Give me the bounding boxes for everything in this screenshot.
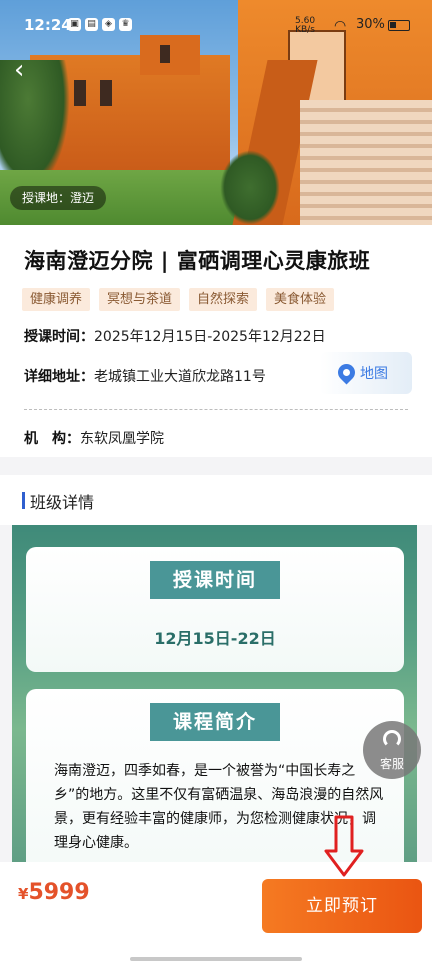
tag: 健康调养 [22,288,91,311]
book-now-button[interactable]: 立即预订 [262,879,422,933]
chevron-left-icon: ‹ [14,55,25,85]
window [100,80,112,106]
time-value: 2025年12月15日-2025年12月22日 [94,329,326,345]
time-card: 授课时间 12月15日-22日 [26,547,404,672]
time-text: 12月15日-22日 [154,629,276,648]
location-tag: 授课地：澄迈 [10,186,107,210]
crown-icon: ♛ [119,18,132,31]
organization-row: 机 构：东软凤凰学院 [24,428,164,448]
tag: 自然探索 [189,288,258,311]
notification-icons: ▣ ▤ ◈ ♛ [68,18,132,31]
status-time: 12:24 [24,16,72,34]
section-header: 班级详情 [0,475,432,525]
divider [24,409,408,410]
tag: 冥想与茶道 [99,288,181,311]
intro-heading: 课程简介 [150,703,280,741]
class-detail-poster: 授课时间 12月15日-22日 课程简介 海南澄迈，四季如春，是一个被誉为“中国… [12,525,417,865]
map-button[interactable]: 地图 [320,352,412,394]
tag: 美食体验 [266,288,335,311]
customer-service-button[interactable]: 客服 [363,721,421,779]
app-notification-icon: ◈ [102,18,115,31]
course-info: 海南澄迈分院 | 富硒调理心灵康旅班 健康调养 冥想与茶道 自然探索 美食体验 … [0,225,432,457]
org-value: 东软凤凰学院 [80,431,164,447]
battery-percent: 30% [356,17,385,32]
location-pin-icon [334,360,359,385]
currency-symbol: ¥ [18,885,29,903]
network-speed: 5.60 KB/s [295,16,316,35]
customer-service-label: 客服 [379,757,404,771]
plant [220,150,280,225]
address-row: 详细地址：老城镇工业大道欣龙路11号 [24,366,266,386]
status-bar: 12:24 ▣ ▤ ◈ ♛ 5.60 KB/s ◠ 30% [0,0,432,52]
bottom-bar: ¥5999 立即预订 [0,862,432,964]
staircase [300,100,432,225]
address-label: 详细地址： [24,369,94,385]
section-title: 班级详情 [30,493,95,512]
window [74,80,86,106]
section-accent-bar [22,492,25,509]
back-button[interactable]: ‹ [14,56,42,84]
time-heading: 授课时间 [150,561,280,599]
time-label: 授课时间： [24,329,94,345]
battery-icon [388,20,410,31]
hero-image: 12:24 ▣ ▤ ◈ ♛ 5.60 KB/s ◠ 30% ‹ 授课地：澄迈 [0,0,432,225]
address-value: 老城镇工业大道欣龙路11号 [94,369,266,385]
down-arrow-icon [324,815,364,877]
app-notification-icon: ▤ [85,18,98,31]
price: ¥5999 [18,880,90,905]
course-time-row: 授课时间：2025年12月15日-2025年12月22日 [24,326,326,346]
headset-icon [383,730,401,748]
home-indicator [130,957,302,961]
wifi-icon: ◠ [334,18,347,34]
app-notification-icon: ▣ [68,18,81,31]
price-value: 5999 [28,880,90,905]
org-label: 机 构： [24,431,80,447]
map-label: 地图 [360,366,388,382]
tag-list: 健康调养 冥想与茶道 自然探索 美食体验 [22,288,335,311]
course-title: 海南澄迈分院 | 富硒调理心灵康旅班 [24,249,371,273]
